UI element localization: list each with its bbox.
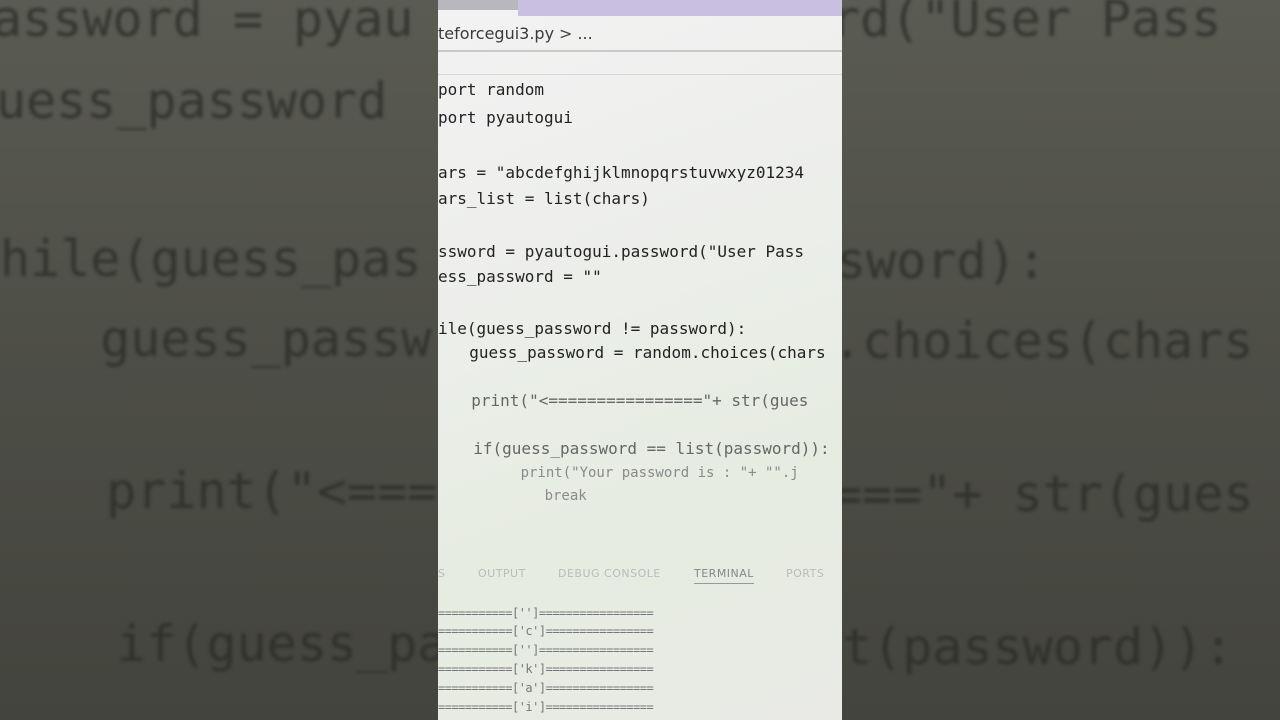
bg-right-line: sword): xyxy=(842,232,1047,290)
code-line: ile(guess_password != password): xyxy=(438,319,747,338)
editor-screen: teforcegui3.py > ... port random port py… xyxy=(438,0,842,720)
bg-right-line: .choices(chars xyxy=(842,312,1254,370)
bg-right-line: rd("User Pass xyxy=(842,0,1222,48)
title-bar-highlight xyxy=(518,0,842,16)
terminal-line: ===========['']================= xyxy=(438,643,654,657)
terminal-line: ===========['k']================ xyxy=(438,662,654,676)
code-line: if(guess_password == list(password)): xyxy=(454,439,830,458)
breadcrumb-file[interactable]: teforcegui3.py xyxy=(438,24,554,43)
code-line: guess_password = random.choices(chars xyxy=(450,343,826,362)
bg-left-line: print("<=== xyxy=(46,462,438,520)
bg-left-line: assword = pyau xyxy=(0,0,414,48)
tab-terminal[interactable]: TERMINAL xyxy=(694,567,754,584)
code-line: ars = "abcdefghijklmnopqrstuvwxyz01234 xyxy=(438,163,805,182)
breadcrumb[interactable]: teforcegui3.py > ... xyxy=(438,20,593,46)
tab-output[interactable]: OUTPUT xyxy=(478,567,526,580)
code-line: print("Your password is : "+ "".j xyxy=(470,465,799,481)
code-line: port random xyxy=(438,80,544,99)
code-line: ess_password = "" xyxy=(438,267,602,286)
tab-debug-console[interactable]: DEBUG CONSOLE xyxy=(558,567,661,580)
terminal-line: ===========['a']================ xyxy=(438,681,654,695)
code-line: port pyautogui xyxy=(438,108,573,127)
code-line: print("<================"+ str(gues xyxy=(452,391,809,410)
breadcrumb-more[interactable]: ... xyxy=(577,24,592,43)
background-left-blur: assword = pyau uess_password hile(guess_… xyxy=(0,0,438,720)
code-line: ssword = pyautogui.password("User Pass xyxy=(438,242,805,261)
title-bar-left xyxy=(438,0,518,10)
bg-right-line: st(password)): xyxy=(842,618,1234,676)
bg-left-line: uess_password xyxy=(0,72,388,130)
terminal-line: ===========['']================= xyxy=(438,606,654,620)
divider xyxy=(438,74,842,75)
bg-left-line: guess_passw xyxy=(40,310,432,368)
terminal-line: ===========['c']================ xyxy=(438,624,654,638)
terminal-line: ===========['i']================ xyxy=(438,700,654,714)
bg-left-line: hile(guess_pas xyxy=(0,230,422,288)
code-line: ars_list = list(chars) xyxy=(438,189,650,208)
panel-tabs: S OUTPUT DEBUG CONSOLE TERMINAL PORTS xyxy=(438,565,842,587)
bg-left-line: if(guess_pa xyxy=(56,615,438,673)
bg-right-line: ==="+ str(gues xyxy=(842,465,1254,523)
code-line: break xyxy=(494,488,587,504)
tab-ports[interactable]: PORTS xyxy=(786,567,824,580)
tab-problems[interactable]: S xyxy=(438,567,445,580)
divider xyxy=(438,50,842,52)
chevron-right-icon: > xyxy=(559,23,573,43)
background-right-blur: rd("User Pass sword): .choices(chars ===… xyxy=(842,0,1280,720)
